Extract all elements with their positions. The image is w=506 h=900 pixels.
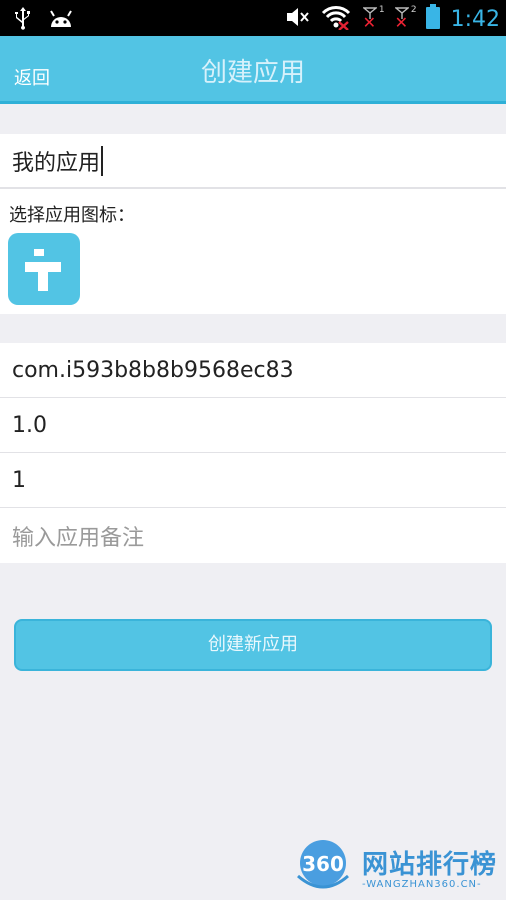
- no-signal-x-icon: ✕: [394, 13, 408, 32]
- android-icon: [48, 7, 74, 33]
- remark-placeholder: 输入应用备注: [12, 525, 145, 551]
- battery-icon: [425, 4, 441, 34]
- watermark: 360 网站排行榜 -WANGZHAN360.CN-: [292, 836, 504, 898]
- version-code-value: 1: [12, 467, 26, 493]
- icon-picker: 选择应用图标：: [0, 188, 506, 314]
- wifi-icon: [321, 4, 351, 34]
- app-info-section: 我的应用 选择应用图标：: [0, 134, 506, 314]
- mute-icon: [285, 5, 311, 33]
- no-signal-x-icon: ✕: [362, 13, 376, 32]
- app-name-field[interactable]: 我的应用: [0, 134, 506, 188]
- create-app-button[interactable]: 创建新应用: [14, 619, 492, 671]
- wangzhan360-logo: 360: [297, 840, 349, 889]
- signal-sim2-icon: 2 ✕: [393, 5, 417, 32]
- title-bar: 返回 创建应用: [0, 36, 506, 104]
- watermark-site-name: 网站排行榜: [362, 850, 498, 880]
- sim2-number: 2: [410, 5, 417, 15]
- logo-text: 360: [302, 852, 344, 876]
- version-name-field[interactable]: 1.0: [0, 398, 506, 453]
- status-time: 1:42: [450, 6, 500, 32]
- signal-sim1-icon: 1 ✕: [361, 5, 385, 32]
- remark-field[interactable]: 输入应用备注: [0, 508, 506, 563]
- sim1-number: 1: [378, 5, 385, 15]
- usb-icon: [14, 6, 32, 34]
- package-name-field[interactable]: com.i593b8b8b9568ec83: [0, 343, 506, 398]
- info-i-icon: [25, 249, 61, 291]
- status-bar: 1 ✕ 2 ✕ 1:42: [0, 0, 506, 36]
- text-cursor: [101, 145, 104, 176]
- package-name-value: com.i593b8b8b9568ec83: [12, 357, 294, 383]
- version-name-value: 1.0: [12, 412, 47, 438]
- app-details-section: com.i593b8b8b9568ec83 1.0 1 输入应用备注: [0, 343, 506, 563]
- page-title: 创建应用: [200, 58, 305, 88]
- app-icon-option[interactable]: [8, 233, 80, 305]
- version-code-field[interactable]: 1: [0, 453, 506, 508]
- app-name-value: 我的应用: [12, 150, 101, 176]
- watermark-domain: -WANGZHAN360.CN-: [362, 879, 482, 890]
- icon-picker-label: 选择应用图标：: [9, 205, 135, 226]
